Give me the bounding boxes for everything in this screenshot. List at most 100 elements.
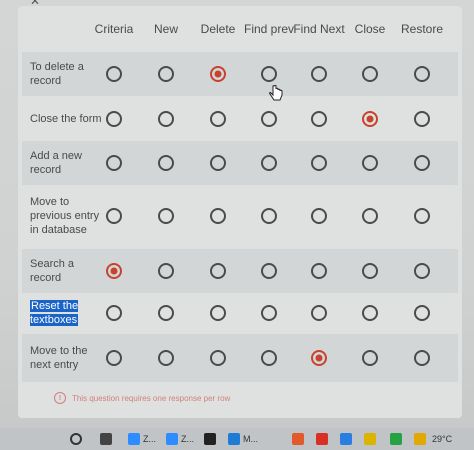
column-header-close: Close	[354, 22, 386, 36]
radio-delete[interactable]	[210, 66, 226, 82]
question-row: Move to previous entry in database	[22, 184, 458, 248]
taskbar-item[interactable]	[316, 432, 328, 446]
radio-find-next[interactable]	[311, 305, 327, 321]
radio-close[interactable]	[362, 66, 378, 82]
column-header-restore: Restore	[400, 22, 444, 36]
taskbar-item[interactable]	[390, 432, 402, 446]
radio-close[interactable]	[362, 155, 378, 171]
radio-delete[interactable]	[210, 155, 226, 171]
column-header-criteria: Criteria	[94, 22, 134, 36]
radio-find-next[interactable]	[311, 208, 327, 224]
question-row: Move to the next entry	[22, 334, 458, 382]
whatsapp-icon	[390, 433, 402, 445]
row-label-text: Reset the textboxes	[30, 300, 79, 326]
radio-criteria[interactable]	[106, 208, 122, 224]
row-label: Add a new record	[30, 149, 104, 177]
radio-find-prev[interactable]	[261, 350, 277, 366]
hand-cursor-icon	[269, 85, 283, 101]
zoom-icon	[128, 433, 140, 445]
taskbar-item-label: Z...	[181, 434, 194, 444]
taskbar-item[interactable]	[414, 432, 426, 446]
radio-new[interactable]	[158, 155, 174, 171]
taskbar-item[interactable]: Z...	[128, 432, 156, 446]
question-row: Search a record	[22, 249, 458, 293]
radio-new[interactable]	[158, 208, 174, 224]
radio-delete[interactable]	[210, 305, 226, 321]
app-icon	[292, 433, 304, 445]
radio-new[interactable]	[158, 350, 174, 366]
row-label: Search a record	[30, 257, 104, 285]
row-label: Move to the next entry	[30, 344, 104, 372]
row-label-text: Move to previous entry in database	[30, 196, 100, 236]
validation-error: ! This question requires one response pe…	[54, 392, 230, 404]
radio-find-prev[interactable]	[261, 111, 277, 127]
radio-find-next[interactable]	[311, 155, 327, 171]
radio-find-next[interactable]	[311, 111, 327, 127]
row-label: Close the form	[30, 112, 104, 126]
radio-restore[interactable]	[414, 263, 430, 279]
row-label: Reset the textboxes	[30, 299, 104, 327]
radio-find-prev[interactable]	[261, 155, 277, 171]
taskbar-item-label: M...	[243, 434, 258, 444]
radio-delete[interactable]	[210, 263, 226, 279]
radio-restore[interactable]	[414, 155, 430, 171]
radio-close[interactable]	[362, 305, 378, 321]
radio-delete[interactable]	[210, 208, 226, 224]
taskbar-item[interactable]	[70, 432, 82, 446]
radio-close[interactable]	[362, 263, 378, 279]
radio-criteria[interactable]	[106, 66, 122, 82]
column-header-find-prev: Find prev	[243, 22, 295, 36]
column-header-delete: Delete	[200, 22, 236, 36]
radio-criteria[interactable]	[106, 263, 122, 279]
radio-close[interactable]	[362, 208, 378, 224]
radio-find-next[interactable]	[311, 66, 327, 82]
error-icon: !	[54, 392, 66, 404]
linux-icon	[204, 433, 216, 445]
radio-restore[interactable]	[414, 208, 430, 224]
radio-criteria[interactable]	[106, 305, 122, 321]
radio-find-prev[interactable]	[261, 66, 277, 82]
task-view-icon	[100, 433, 112, 445]
radio-delete[interactable]	[210, 111, 226, 127]
radio-find-next[interactable]	[311, 263, 327, 279]
radio-find-prev[interactable]	[261, 263, 277, 279]
radio-criteria[interactable]	[106, 350, 122, 366]
radio-restore[interactable]	[414, 66, 430, 82]
radio-delete[interactable]	[210, 350, 226, 366]
radio-restore[interactable]	[414, 111, 430, 127]
search-icon	[70, 433, 82, 445]
radio-restore[interactable]	[414, 350, 430, 366]
radio-criteria[interactable]	[106, 155, 122, 171]
radio-close[interactable]	[362, 111, 378, 127]
taskbar-item[interactable]	[292, 432, 304, 446]
zoom-icon	[166, 433, 178, 445]
row-label-text: Search a record	[30, 258, 75, 284]
mail-icon	[340, 433, 352, 445]
radio-restore[interactable]	[414, 305, 430, 321]
radio-close[interactable]	[362, 350, 378, 366]
taskbar-item[interactable]: M...	[228, 432, 258, 446]
taskbar-item[interactable]	[340, 432, 352, 446]
radio-new[interactable]	[158, 263, 174, 279]
taskbar-item[interactable]: Z...	[166, 432, 194, 446]
screen: ✕ Criteria New Delete Find prev Find Next Clo…	[0, 0, 474, 450]
taskbar-item-label: Z...	[143, 434, 156, 444]
row-label: Move to previous entry in database	[30, 195, 104, 237]
temperature: 29°C	[432, 434, 453, 444]
radio-find-next[interactable]	[311, 350, 327, 366]
column-header-row: Criteria New Delete Find prev Find Next Close…	[18, 6, 462, 50]
taskbar: 29°C Z... Z... M...	[0, 428, 474, 450]
radio-find-prev[interactable]	[261, 305, 277, 321]
radio-criteria[interactable]	[106, 111, 122, 127]
radio-new[interactable]	[158, 66, 174, 82]
radio-new[interactable]	[158, 305, 174, 321]
column-header-find-next: Find Next	[293, 22, 345, 36]
taskbar-item[interactable]	[100, 432, 112, 446]
radio-find-prev[interactable]	[261, 208, 277, 224]
chrome-icon	[364, 433, 376, 445]
radio-new[interactable]	[158, 111, 174, 127]
taskbar-item[interactable]	[204, 432, 216, 446]
validation-message: This question requires one response per …	[72, 393, 231, 403]
row-label-text: Close the form	[30, 113, 102, 125]
taskbar-item[interactable]	[364, 432, 376, 446]
